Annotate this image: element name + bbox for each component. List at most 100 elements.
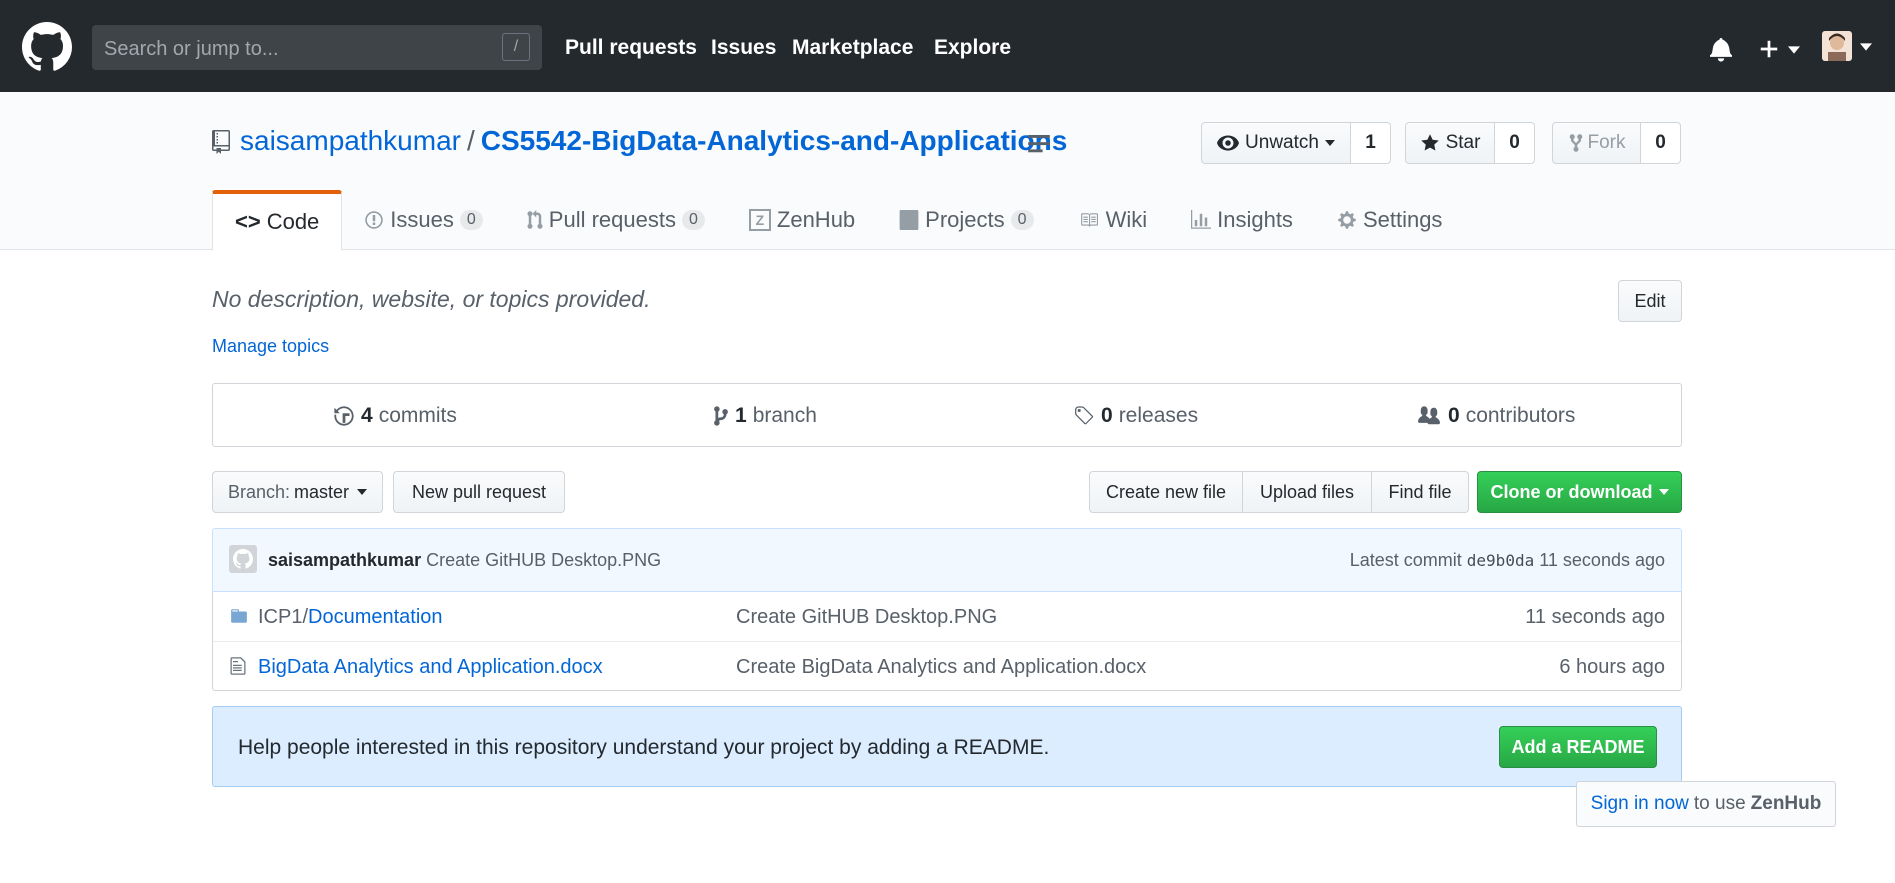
search-input[interactable]: Search or jump to... / [92,25,542,70]
tag-icon [1075,406,1094,425]
file-name[interactable]: BigData Analytics and Application.docx [258,656,603,679]
star-button[interactable]: Star [1405,122,1495,164]
releases-count: 0 [1101,404,1113,427]
releases-link[interactable]: 0 releases [1073,404,1198,428]
tab-label: Insights [1217,207,1293,232]
latest-commit-label: Latest commit [1349,550,1462,570]
star-count[interactable]: 0 [1495,122,1535,164]
fork-count[interactable]: 0 [1641,122,1681,164]
tab-code[interactable]: <> Code [212,190,343,251]
repo-name-link[interactable]: CS5542-BigData-Analytics-and-Application… [481,125,1068,156]
repo-description: No description, website, or topics provi… [212,286,651,312]
clone-label: Clone or download [1490,481,1653,502]
branch-link[interactable]: 1 branch [713,404,817,428]
watch-count[interactable]: 1 [1351,122,1391,164]
file-list: ICP1/Documentation Create GitHUB Desktop… [212,592,1682,691]
tab-pull-requests[interactable]: Pull requests 0 [505,190,727,250]
tab-label: ZenHub [776,207,856,232]
zenhub-signin-prompt: Sign in now to use ZenHub [1576,781,1836,827]
create-new-dropdown[interactable] [1758,34,1812,64]
path-name: Documentation [308,606,443,628]
upload-files-button[interactable]: Upload files [1243,471,1372,513]
add-readme-button[interactable]: Add a README [1499,726,1657,768]
eye-icon [1217,135,1240,151]
unwatch-label: Unwatch [1245,132,1319,153]
commit-author-link[interactable]: saisampathkumar [268,550,421,570]
repo-header: saisampathkumar / CS5542-BigData-Analytics… [0,92,1895,251]
branch-icon [714,406,728,426]
repo-owner-link[interactable]: saisampathkumar [240,125,461,156]
tab-projects[interactable]: Projects 0 [877,190,1055,250]
caret-down-icon [1860,43,1872,51]
table-row: BigData Analytics and Application.docx C… [213,641,1681,690]
fork-button[interactable]: Fork [1552,122,1641,164]
commits-link[interactable]: 4 commits [333,404,457,428]
author-avatar[interactable] [229,545,257,573]
zenhub-brand: ZenHub [1750,793,1822,814]
branch-select-button[interactable]: Branch: master [212,471,383,513]
file-commit-message[interactable]: Create GitHUB Desktop.PNG [736,606,997,629]
branch-label: branch [752,404,817,427]
caret-down-icon [1324,140,1335,146]
github-logo-icon[interactable] [22,22,72,72]
branch-count: 1 [735,404,747,427]
commit-tease: saisampathkumar Create GitHUB Desktop.PN… [212,528,1682,592]
fork-group: Fork 0 [1552,122,1681,164]
tab-settings[interactable]: Settings [1315,190,1465,250]
commit-message-link[interactable]: Create GitHUB Desktop.PNG [426,550,661,570]
contributors-link[interactable]: 0 contributors [1416,404,1575,428]
commits-count: 4 [361,404,373,427]
find-file-button[interactable]: Find file [1372,471,1469,513]
issue-icon [365,211,384,229]
nav-pull-requests[interactable]: Pull requests [565,36,697,60]
branch-name: master [294,481,350,502]
hamburger-icon[interactable] [1028,135,1050,153]
file-actions: Create new file Upload files Find file [1089,471,1469,513]
nav-marketplace[interactable]: Marketplace [792,36,913,60]
zenhub-sign-in-link[interactable]: Sign in now [1591,793,1689,815]
zenhub-to-use: to use [1693,793,1746,814]
commit-summary: saisampathkumar Create GitHUB Desktop.PN… [268,550,661,571]
tab-count: 0 [459,210,483,230]
caret-down-icon [357,489,368,495]
tab-zenhub[interactable]: Z ZenHub [727,190,877,250]
star-label: Star [1445,132,1481,153]
nav-issues[interactable]: Issues [711,36,776,60]
avatar [1822,31,1852,61]
tab-label: Code [266,209,320,234]
create-new-file-button[interactable]: Create new file [1089,471,1243,513]
manage-topics-link[interactable]: Manage topics [212,336,329,357]
search-shortcut-key: / [502,33,530,61]
fork-label: Fork [1587,132,1626,153]
bell-icon[interactable] [1710,36,1732,62]
folder-icon [231,609,247,623]
unwatch-button[interactable]: Unwatch [1201,122,1351,164]
plus-icon [1760,40,1778,58]
people-icon [1418,406,1440,425]
file-commit-message[interactable]: Create BigData Analytics and Application… [736,656,1146,679]
commits-label: commits [378,404,457,427]
tab-insights[interactable]: Insights [1169,190,1315,250]
book-icon [1080,213,1098,227]
tab-issues[interactable]: Issues 0 [342,190,505,250]
tab-label: Settings [1362,207,1443,232]
code-icon: <> [235,209,261,234]
tab-count: 0 [1010,210,1034,230]
fork-icon [1569,134,1582,152]
project-icon [899,210,919,230]
repo-separator: / [466,125,475,156]
clone-or-download-button[interactable]: Clone or download [1477,471,1682,513]
pull-request-icon [527,210,543,229]
user-menu[interactable] [1822,31,1874,63]
new-pull-request-button[interactable]: New pull request [393,471,565,513]
latest-commit-info: Latest commit de9b0da 11 seconds ago [1350,550,1665,571]
file-name[interactable]: ICP1/Documentation [258,606,443,629]
commit-sha-link[interactable]: de9b0da [1467,551,1534,570]
nav-explore[interactable]: Explore [934,36,1011,60]
star-icon [1420,134,1439,151]
edit-button[interactable]: Edit [1618,280,1682,322]
repo-title: saisampathkumar / CS5542-BigData-Analytics… [240,125,1067,157]
commit-age: 11 seconds ago [1539,550,1665,570]
releases-label: releases [1118,404,1199,427]
tab-wiki[interactable]: Wiki [1056,190,1170,250]
